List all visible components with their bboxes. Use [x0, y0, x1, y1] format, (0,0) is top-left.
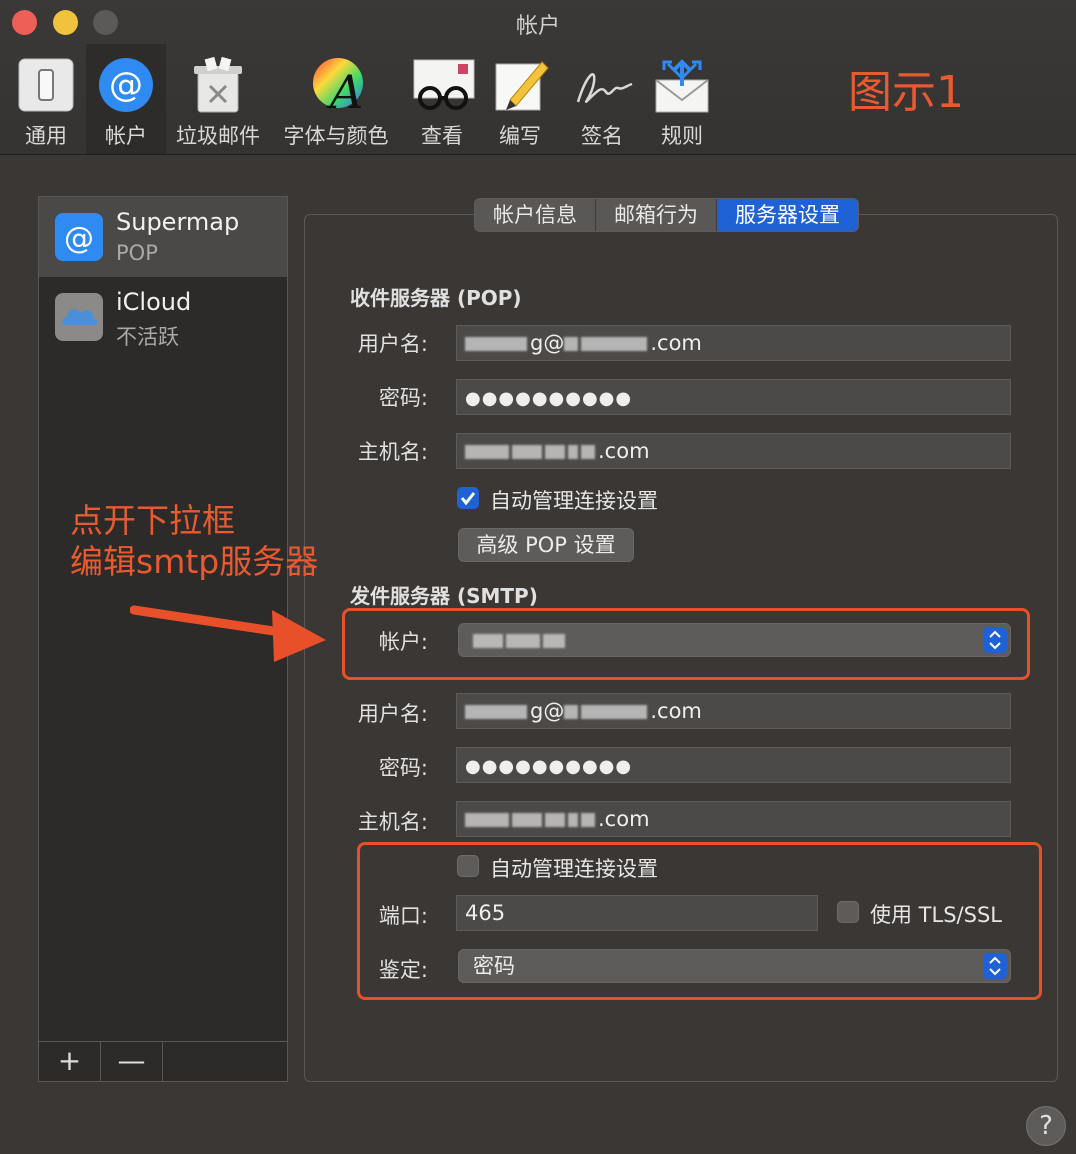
toolbar-label: 查看 [421, 124, 463, 148]
toolbar-signatures[interactable]: 签名 [566, 44, 638, 154]
add-account-button[interactable]: + [39, 1042, 101, 1081]
incoming-host-label: 主机名: [357, 440, 428, 464]
incoming-username-suffix: .com [650, 331, 702, 355]
outgoing-username-value: g@ [530, 699, 565, 723]
tab-mailbox-behaviors[interactable]: 邮箱行为 [596, 199, 717, 231]
figure-label: 图示1 [848, 67, 964, 118]
toolbar-label: 规则 [661, 124, 703, 148]
highlight-box-smtp-account [342, 608, 1030, 680]
outgoing-username-label: 用户名: [357, 702, 428, 726]
account-type: 不活跃 [116, 325, 179, 349]
incoming-password-field[interactable]: ●●●●●●●●●● [456, 379, 1011, 415]
outgoing-host-suffix: .com [598, 807, 650, 831]
at-icon: @ [96, 56, 156, 114]
tab-server-settings[interactable]: 服务器设置 [717, 199, 858, 231]
annotation-line-1: 点开下拉框 [70, 501, 235, 540]
mail-rules-icon [652, 56, 712, 114]
toolbar-label: 编写 [499, 124, 541, 148]
outgoing-username-field[interactable]: g@ .com [456, 693, 1011, 729]
remove-account-button[interactable]: — [101, 1042, 163, 1081]
svg-text:@: @ [109, 65, 143, 105]
svg-text:@: @ [64, 221, 94, 256]
advanced-pop-settings-button[interactable]: 高级 POP 设置 [458, 528, 634, 562]
account-type: POP [116, 241, 158, 265]
toolbar-fonts-colors[interactable]: A 字体与颜色 [278, 44, 394, 154]
account-name: Supermap [116, 208, 240, 236]
window-title: 帐户 [515, 14, 560, 39]
svg-text:A: A [326, 65, 363, 114]
annotation-line-2: 编辑smtp服务器 [70, 542, 319, 581]
toolbar-general[interactable]: 通用 [10, 44, 82, 154]
incoming-username-label: 用户名: [357, 332, 428, 356]
toolbar-junk-mail[interactable]: 垃圾邮件 [172, 44, 264, 154]
toolbar-label: 帐户 [105, 124, 147, 148]
general-switch-icon [16, 56, 76, 114]
toolbar-label: 字体与颜色 [283, 124, 389, 148]
outgoing-password-value: ●●●●●●●●●● [465, 756, 633, 777]
toolbar-label: 垃圾邮件 [176, 124, 260, 148]
sidebar-footer: + — [39, 1041, 287, 1081]
incoming-server-heading: 收件服务器 (POP) [350, 286, 522, 310]
toolbar-viewing[interactable]: 查看 [406, 44, 478, 154]
cloud-icon [55, 293, 103, 341]
account-name: iCloud [116, 288, 192, 316]
outgoing-username-suffix: .com [650, 699, 702, 723]
incoming-host-field[interactable]: .com [456, 433, 1011, 469]
incoming-password-label: 密码: [378, 386, 428, 410]
outgoing-password-label: 密码: [378, 756, 428, 780]
toolbar: 帐户 通用 @ 帐户 垃圾邮件 A 字体与颜色 查看 编写 签名 规则 图示1 [0, 0, 1076, 155]
account-item-supermap[interactable]: @ Supermap POP [39, 197, 287, 277]
pencil-paper-icon [490, 56, 550, 114]
signature-icon [572, 56, 633, 114]
tab-bar: 帐户信息 邮箱行为 服务器设置 [474, 198, 859, 232]
font-color-wheel-icon: A [306, 56, 366, 119]
toolbar-label: 签名 [581, 124, 623, 148]
help-button[interactable]: ? [1026, 1106, 1066, 1146]
outgoing-password-field[interactable]: ●●●●●●●●●● [456, 747, 1011, 783]
incoming-auto-manage-label: 自动管理连接设置 [490, 489, 658, 513]
toolbar-accounts[interactable]: @ 帐户 [86, 44, 166, 154]
account-item-icloud[interactable]: iCloud 不活跃 [39, 277, 287, 357]
checkmark-icon [460, 492, 476, 506]
toolbar-rules[interactable]: 规则 [648, 44, 716, 154]
at-icon: @ [55, 213, 103, 261]
trash-icon [188, 56, 248, 114]
toolbar-composing[interactable]: 编写 [488, 44, 552, 154]
incoming-password-value: ●●●●●●●●●● [465, 388, 633, 409]
incoming-username-value: g@ [530, 331, 565, 355]
outgoing-host-label: 主机名: [357, 810, 428, 834]
outgoing-server-heading: 发件服务器 (SMTP) [350, 584, 538, 608]
annotation-text: 点开下拉框 编辑smtp服务器 [70, 500, 318, 582]
highlight-box-port-settings [357, 842, 1042, 1000]
toolbar-label: 通用 [25, 124, 67, 148]
annotation-arrow-icon [130, 605, 326, 662]
tab-account-info[interactable]: 帐户信息 [475, 199, 596, 231]
glasses-letter-icon [412, 56, 475, 114]
incoming-username-field[interactable]: g@ .com [456, 325, 1011, 361]
outgoing-host-field[interactable]: .com [456, 801, 1011, 837]
incoming-auto-manage-checkbox[interactable] [457, 487, 479, 509]
incoming-host-suffix: .com [598, 439, 650, 463]
